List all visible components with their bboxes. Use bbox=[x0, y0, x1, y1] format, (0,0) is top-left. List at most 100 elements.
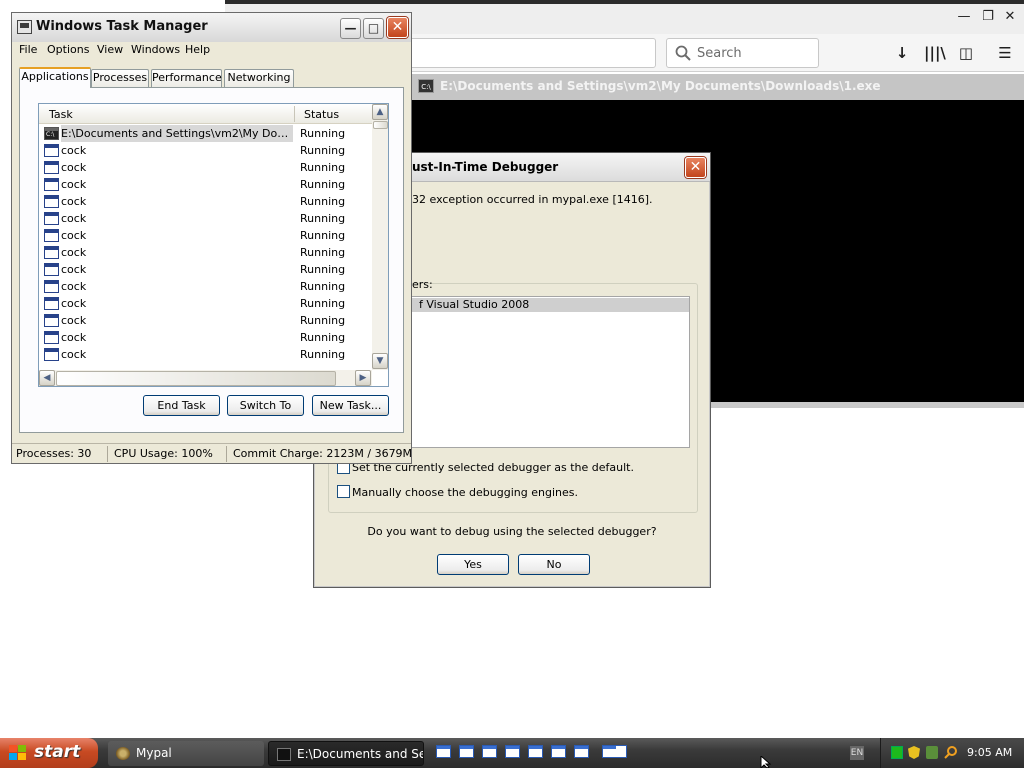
start-label: start bbox=[34, 742, 81, 762]
network-icon[interactable] bbox=[891, 746, 903, 759]
clock[interactable]: 9:05 AM bbox=[967, 746, 1012, 759]
language-indicator[interactable]: EN bbox=[850, 746, 864, 760]
jit-debugger-list[interactable]: f Visual Studio 2008 bbox=[410, 296, 690, 448]
tab-networking[interactable]: Networking bbox=[224, 69, 294, 87]
task-name: cock bbox=[61, 280, 87, 293]
task-status: Running bbox=[300, 178, 346, 191]
console-bottom-edge bbox=[710, 402, 1024, 408]
table-row[interactable]: cock Running bbox=[39, 244, 373, 261]
horizontal-scroll-thumb[interactable] bbox=[56, 371, 336, 386]
tab-processes[interactable]: Processes bbox=[91, 69, 149, 87]
minimize-button[interactable]: — bbox=[340, 18, 361, 39]
yes-button[interactable]: Yes bbox=[437, 554, 509, 575]
status-processes: Processes: 30 bbox=[16, 447, 92, 460]
window-icon bbox=[44, 195, 59, 208]
browser-restore-button[interactable]: ❐ bbox=[979, 8, 997, 26]
library-icon[interactable]: |||\ bbox=[924, 44, 946, 62]
table-row[interactable]: cock Running bbox=[39, 159, 373, 176]
manual-engines-checkbox[interactable] bbox=[337, 485, 350, 498]
task-status: Running bbox=[300, 144, 346, 157]
magnifier-icon[interactable] bbox=[944, 746, 957, 759]
mypal-icon bbox=[116, 747, 130, 760]
cmd-icon bbox=[44, 127, 59, 140]
table-row[interactable]: cock Running bbox=[39, 312, 373, 329]
tab-applications[interactable]: Applications bbox=[19, 67, 91, 88]
taskbar-window-icon[interactable] bbox=[505, 745, 520, 758]
taskbar-window-icon[interactable] bbox=[602, 745, 627, 758]
table-row[interactable]: cock Running bbox=[39, 227, 373, 244]
taskbar-window-icon[interactable] bbox=[528, 745, 543, 758]
table-row[interactable]: cock Running bbox=[39, 329, 373, 346]
task-name: cock bbox=[61, 246, 87, 259]
security-shield-icon[interactable] bbox=[908, 746, 920, 759]
vertical-scrollbar[interactable]: ▲ ▼ bbox=[372, 104, 388, 370]
scroll-down-button[interactable]: ▼ bbox=[372, 353, 388, 369]
no-button[interactable]: No bbox=[518, 554, 590, 575]
tab-performance[interactable]: Performance bbox=[151, 69, 222, 87]
column-task[interactable]: Task bbox=[49, 108, 73, 121]
end-task-button[interactable]: End Task bbox=[143, 395, 220, 416]
status-cpu: CPU Usage: 100% bbox=[114, 447, 213, 460]
task-status: Running bbox=[300, 229, 346, 242]
list-item[interactable]: f Visual Studio 2008 bbox=[411, 298, 689, 312]
taskbar-window-icon[interactable] bbox=[551, 745, 566, 758]
switch-to-button[interactable]: Switch To bbox=[227, 395, 304, 416]
table-row[interactable]: cock Running bbox=[39, 176, 373, 193]
browser-minimize-button[interactable]: — bbox=[955, 8, 973, 26]
close-button[interactable]: ✕ bbox=[387, 17, 408, 38]
table-row[interactable]: cock Running bbox=[39, 142, 373, 159]
task-status: Running bbox=[300, 127, 346, 140]
vertical-scroll-thumb[interactable] bbox=[373, 121, 388, 129]
window-icon bbox=[44, 280, 59, 293]
browser-url-field[interactable] bbox=[405, 38, 656, 68]
window-icon bbox=[44, 297, 59, 310]
table-row[interactable]: cock Running bbox=[39, 193, 373, 210]
task-manager-window: Windows Task Manager — □ ✕ File Options … bbox=[11, 12, 412, 464]
task-status: Running bbox=[300, 331, 346, 344]
start-button[interactable]: start bbox=[0, 738, 98, 768]
task-status: Running bbox=[300, 263, 346, 276]
taskbar-window-icon[interactable] bbox=[574, 745, 589, 758]
menu-windows[interactable]: Windows bbox=[131, 43, 180, 56]
table-row[interactable]: cock Running bbox=[39, 295, 373, 312]
column-status[interactable]: Status bbox=[304, 108, 339, 121]
taskbar-button-mypal[interactable]: Mypal bbox=[108, 741, 264, 766]
menu-view[interactable]: View bbox=[97, 43, 123, 56]
scroll-up-button[interactable]: ▲ bbox=[372, 104, 388, 120]
taskbar-window-icon[interactable] bbox=[482, 745, 497, 758]
table-row[interactable]: cock Running bbox=[39, 346, 373, 363]
windows-logo-icon bbox=[9, 745, 27, 761]
table-row[interactable]: E:\Documents and Settings\vm2\My Documen… bbox=[39, 125, 373, 142]
taskbar-button-console[interactable]: E:\Documents and Se... bbox=[268, 741, 424, 766]
scroll-left-button[interactable]: ◀ bbox=[39, 370, 55, 386]
table-row[interactable]: cock Running bbox=[39, 261, 373, 278]
task-name: cock bbox=[61, 161, 87, 174]
safely-remove-icon[interactable] bbox=[926, 746, 938, 759]
column-divider[interactable] bbox=[294, 106, 295, 122]
new-task-button[interactable]: New Task... bbox=[312, 395, 389, 416]
scroll-right-button[interactable]: ▶ bbox=[355, 370, 371, 386]
table-row[interactable]: cock Running bbox=[39, 210, 373, 227]
menu-help[interactable]: Help bbox=[185, 43, 210, 56]
console-titlebar[interactable]: C:\ E:\Documents and Settings\vm2\My Doc… bbox=[412, 74, 1024, 100]
task-name: cock bbox=[61, 195, 87, 208]
table-row[interactable]: cock Running bbox=[39, 278, 373, 295]
menu-options[interactable]: Options bbox=[47, 43, 89, 56]
jit-close-button[interactable]: ✕ bbox=[685, 157, 706, 178]
sidebar-icon[interactable]: ◫ bbox=[956, 44, 976, 62]
horizontal-scrollbar[interactable]: ◀ ▶ bbox=[39, 370, 372, 386]
task-manager-title: Windows Task Manager bbox=[36, 19, 208, 34]
download-icon[interactable]: ↓ bbox=[892, 44, 912, 62]
browser-title-strip bbox=[225, 0, 1024, 4]
browser-search-field[interactable]: Search bbox=[666, 38, 819, 68]
task-name: cock bbox=[61, 212, 87, 225]
maximize-button[interactable]: □ bbox=[363, 18, 384, 39]
task-list[interactable]: Task Status E:\Documents and Settings\vm… bbox=[38, 103, 389, 387]
taskbar-button-label: Mypal bbox=[136, 746, 172, 760]
browser-close-button[interactable]: ✕ bbox=[1001, 8, 1019, 26]
menu-file[interactable]: File bbox=[19, 43, 37, 56]
taskbar-window-icon[interactable] bbox=[459, 745, 474, 758]
task-manager-titlebar[interactable]: Windows Task Manager — □ ✕ bbox=[12, 13, 411, 42]
menu-icon[interactable]: ☰ bbox=[995, 44, 1015, 62]
taskbar-window-icon[interactable] bbox=[436, 745, 451, 758]
